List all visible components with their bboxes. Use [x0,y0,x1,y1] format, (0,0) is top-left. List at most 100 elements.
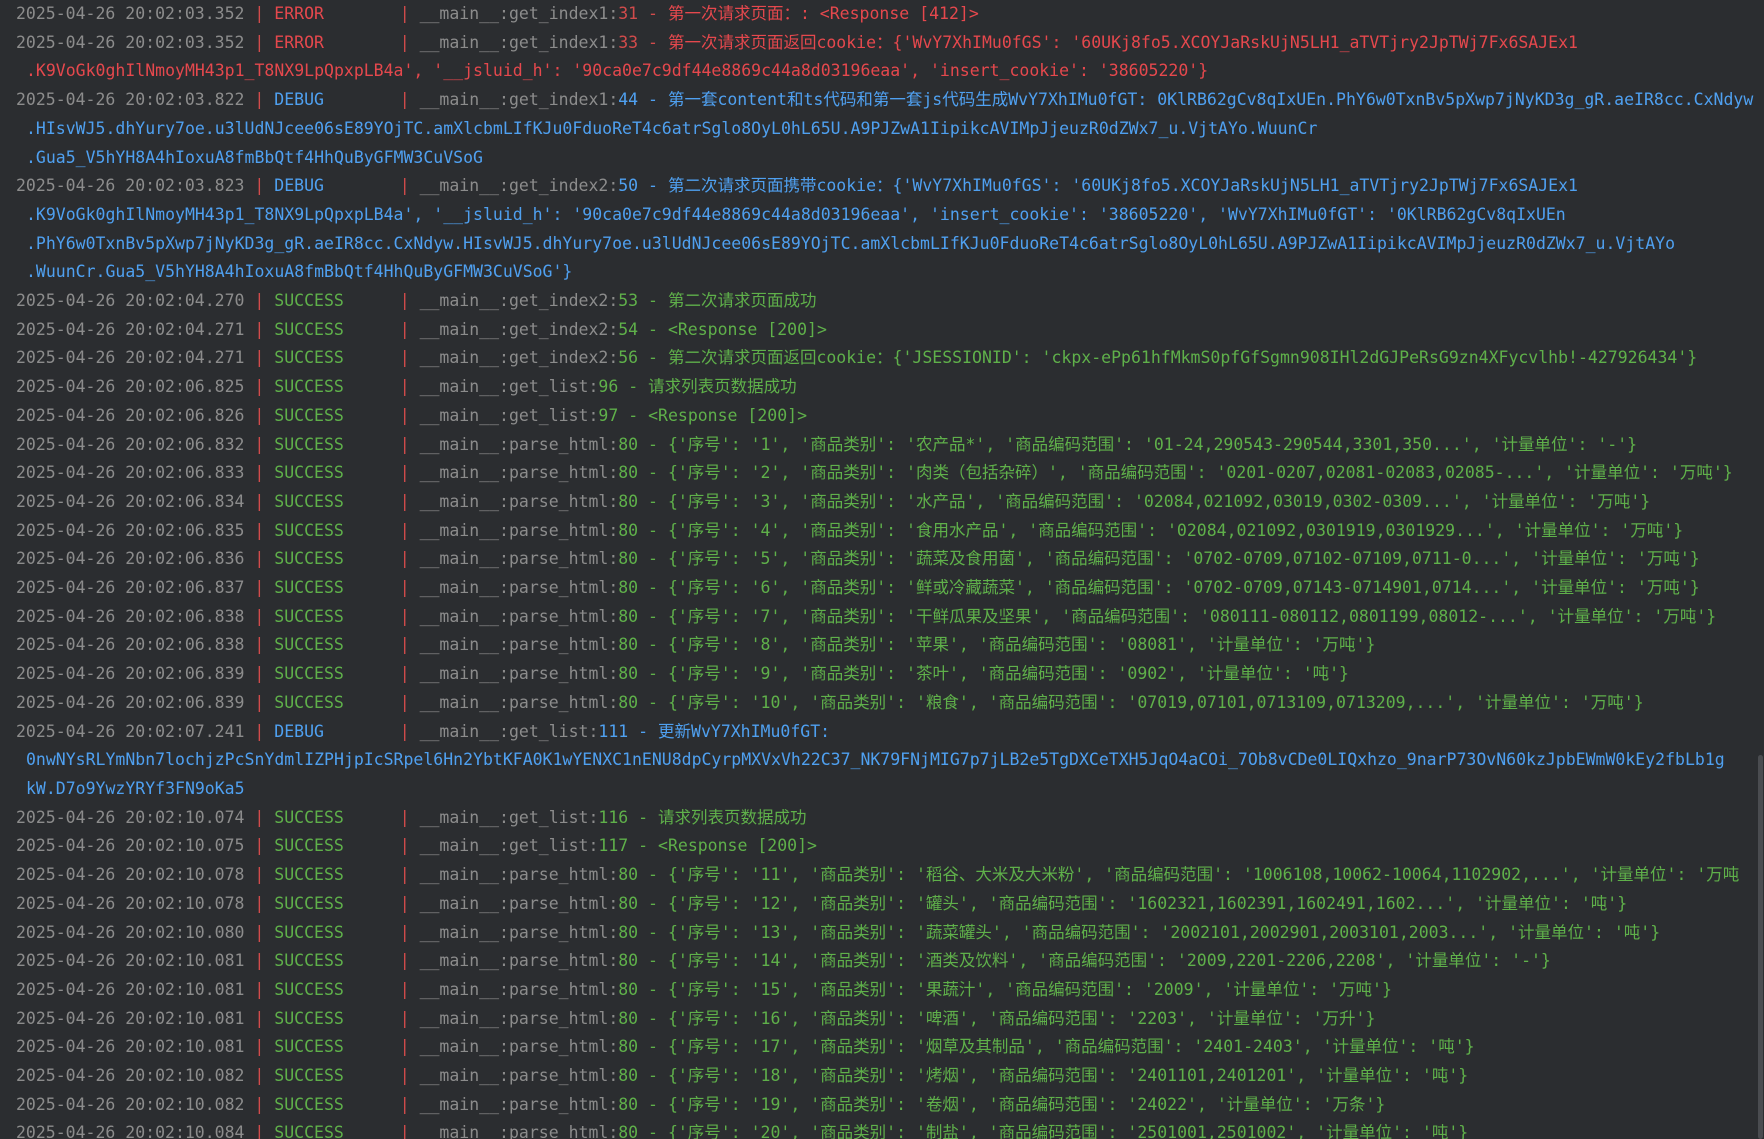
separator: - [618,377,649,397]
separator: | [244,32,275,52]
separator: : [608,1066,619,1086]
vertical-scrollbar[interactable] [1756,0,1764,1139]
separator: - [628,721,659,741]
separator: - [638,1123,668,1139]
log-level: SUCCESS [274,1066,344,1086]
separator: | [399,922,420,942]
separator: | [399,1123,420,1139]
log-timestamp: 2025-04-26 20:02:06.834 [16,491,245,511]
log-line: 2025-04-26 20:02:10.081 | SUCCESS | __mai… [0,1033,1764,1062]
log-message: 更新WvY7XhIMu0fGT: [658,721,831,741]
separator: - [638,865,668,885]
log-timestamp: 2025-04-26 20:02:04.271 [16,348,245,368]
log-continuation-line: kW.D7o9YwzYRYf3FN9oKa5 [0,775,1764,804]
separator: - [638,176,668,196]
log-line: 2025-04-26 20:02:10.081 | SUCCESS | __mai… [0,947,1764,976]
separator: : [608,291,619,311]
log-location: __main__:get_index2 [419,176,609,196]
separator: | [399,1037,420,1057]
separator: | [244,348,275,368]
log-line-number: 80 [618,664,639,684]
log-location: __main__:parse_html [419,1066,609,1086]
separator: - [638,951,668,971]
log-message: {'序号': '10', '商品类别': '粮食', '商品编码范围': '07… [667,692,1644,712]
log-line-number: 56 [618,348,639,368]
log-message: {'序号': '15', '商品类别': '果蔬汁', '商品编码范围': '2… [667,979,1392,999]
log-timestamp: 2025-04-26 20:02:06.839 [16,664,245,684]
log-line: 2025-04-26 20:02:10.078 | SUCCESS | __mai… [0,890,1764,919]
separator: : [608,893,619,913]
separator: : [608,463,619,483]
log-message: {'序号': '16', '商品类别': '啤酒', '商品编码范围': '22… [667,1008,1376,1028]
separator: | [244,606,275,626]
separator: | [399,377,420,397]
separator: | [399,807,420,827]
log-message: {'序号': '3', '商品类别': '水产品', '商品编码范围': '02… [667,491,1651,511]
log-timestamp: 2025-04-26 20:02:03.352 [16,32,245,52]
separator: | [399,1066,420,1086]
separator: - [638,291,668,311]
log-timestamp: 2025-04-26 20:02:06.826 [16,405,245,425]
separator: : [608,520,619,540]
log-line: 2025-04-26 20:02:10.078 | SUCCESS | __mai… [0,861,1764,890]
log-message: {'序号': '1', '商品类别': '农产品*', '商品编码范围': '0… [667,434,1638,454]
log-message: {'序号': '20', '商品类别': '制盐', '商品编码范围': '25… [667,1123,1469,1139]
log-level: ERROR [274,4,324,23]
separator: | [244,291,275,311]
log-timestamp: 2025-04-26 20:02:10.084 [16,1123,245,1139]
log-timestamp: 2025-04-26 20:02:10.081 [16,951,245,971]
log-message: {'序号': '14', '商品类别': '酒类及饮料', '商品编码范围': … [667,951,1551,971]
separator: - [638,1066,668,1086]
log-line: 2025-04-26 20:02:06.834 | SUCCESS | __mai… [0,488,1764,517]
separator: : [608,4,619,23]
log-line: 2025-04-26 20:02:03.352 | ERROR | __main_… [0,29,1764,58]
log-message-continuation: kW.D7o9YwzYRYf3FN9oKa5 [26,778,245,798]
log-level: SUCCESS [274,893,344,913]
separator: | [399,979,420,999]
log-location: __main__:parse_html [419,951,609,971]
log-message: {'序号': '4', '商品类别': '食用水产品', '商品编码范围': '… [667,520,1684,540]
separator: | [399,606,420,626]
log-message: {'序号': '11', '商品类别': '稻谷、大米及大米粉', '商品编码范… [667,865,1740,885]
log-location: __main__:get_list [419,405,589,425]
log-continuation-line: .PhY6w0TxnBv5pXwp7jNyKD3g_gR.aeIR8cc.CxN… [0,230,1764,259]
separator: | [399,90,420,110]
scrollbar-thumb[interactable] [1758,755,1763,1139]
log-line-number: 117 [598,836,629,856]
separator: | [399,635,420,655]
log-level: SUCCESS [274,951,344,971]
separator: | [399,549,420,569]
separator: - [618,405,649,425]
separator: - [638,549,668,569]
separator: - [638,348,668,368]
log-level: SUCCESS [274,405,344,425]
log-line: 2025-04-26 20:02:03.352 | ERROR | __main_… [0,0,1764,29]
log-continuation-line: .K9VoGk0ghIlNmoyMH43p1_T8NX9LpQpxpLB4a',… [0,201,1764,230]
log-line-number: 80 [618,893,639,913]
log-level: SUCCESS [274,463,344,483]
log-line-number: 80 [618,1123,639,1139]
separator: - [638,692,668,712]
separator: : [608,319,619,339]
log-level: SUCCESS [274,664,344,684]
log-location: __main__:get_index1 [419,4,609,23]
separator: | [244,664,275,684]
log-timestamp: 2025-04-26 20:02:03.823 [16,176,245,196]
log-message: {'序号': '6', '商品类别': '鲜或冷藏蔬菜', '商品编码范围': … [667,578,1700,598]
separator: : [608,32,619,52]
log-level: SUCCESS [274,635,344,655]
log-level: SUCCESS [274,606,344,626]
separator: : [608,1008,619,1028]
log-timestamp: 2025-04-26 20:02:10.082 [16,1094,245,1114]
separator: : [608,549,619,569]
separator: - [638,90,668,110]
log-timestamp: 2025-04-26 20:02:06.836 [16,549,245,569]
log-message: <Response [200]> [658,836,817,856]
log-timestamp: 2025-04-26 20:02:10.075 [16,836,245,856]
run-console-output[interactable]: 2025-04-26 20:02:03.352 | ERROR | __main_… [0,0,1764,1139]
log-message-continuation: .Gua5_V5hYH8A4hIoxuA8fmBbQtf4HhQuByGFMW3… [26,147,483,167]
separator: | [399,1094,420,1114]
separator: - [638,1008,668,1028]
separator: - [638,922,668,942]
log-line-number: 80 [618,922,639,942]
